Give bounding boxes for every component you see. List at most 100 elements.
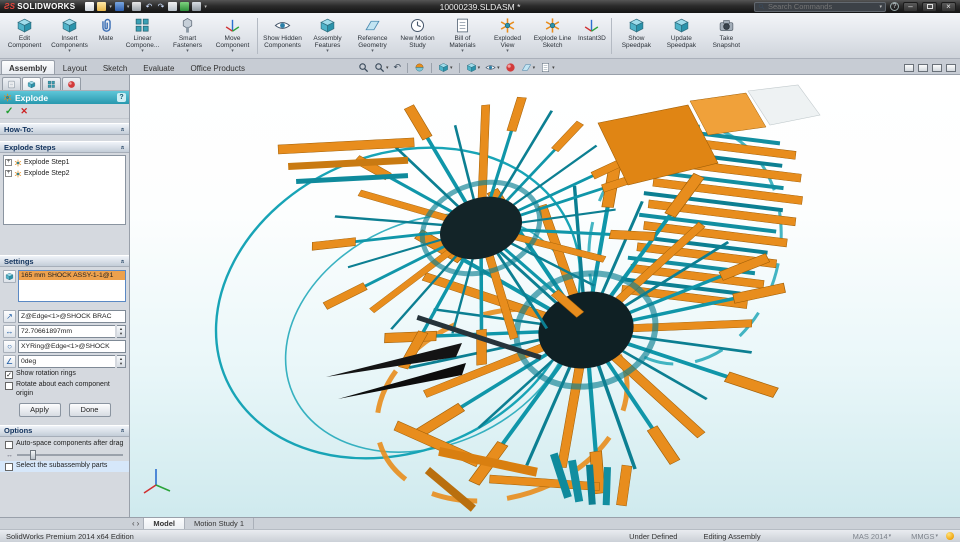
units-caret-icon[interactable]: ▾: [935, 533, 938, 539]
print-icon[interactable]: [132, 2, 142, 11]
edit-appearance-icon[interactable]: [504, 62, 517, 73]
edit-component-button[interactable]: Edit Component: [2, 14, 47, 58]
config-selector[interactable]: MAS 2014: [853, 532, 888, 541]
undo-icon[interactable]: ↶: [144, 2, 153, 11]
pm-help-icon[interactable]: ?: [117, 93, 126, 102]
assembly-features-button[interactable]: Assembly Features ▾: [305, 14, 350, 58]
cancel-x-icon[interactable]: ✕: [20, 106, 28, 117]
checkbox-unchecked-icon[interactable]: [5, 462, 13, 471]
autospace-checkbox[interactable]: Auto-space components after drag: [0, 439, 129, 450]
explode-spacing-slider[interactable]: [17, 450, 123, 460]
redo-icon[interactable]: ↷: [156, 2, 165, 11]
save-icon[interactable]: [114, 2, 124, 11]
view-settings-icon[interactable]: ▾: [539, 62, 556, 73]
take-snapshot-button[interactable]: Take Snapshot: [704, 14, 749, 58]
spin-down-icon[interactable]: ▾: [120, 361, 122, 367]
apply-scene-icon[interactable]: ▾: [520, 62, 537, 73]
open-document-icon[interactable]: [97, 2, 107, 11]
minimize-button[interactable]: –: [903, 1, 918, 12]
view-orientation-icon[interactable]: ▾: [437, 62, 454, 73]
options-section-header[interactable]: Options »: [0, 424, 129, 437]
insert-components-button[interactable]: Insert Components ▾: [47, 14, 92, 58]
rotation-angle-field[interactable]: 0deg: [18, 355, 115, 368]
open-caret-icon[interactable]: ▾: [109, 4, 112, 10]
explode-line-sketch-button[interactable]: Explode Line Sketch: [530, 14, 575, 58]
select-subassembly-checkbox[interactable]: Select the subassembly parts: [0, 460, 129, 472]
zoom-fit-icon[interactable]: [357, 62, 370, 73]
explode-step-item[interactable]: + Explode Step2: [5, 168, 124, 179]
reference-geometry-button[interactable]: Reference Geometry ▾: [350, 14, 395, 58]
new-document-icon[interactable]: [85, 2, 95, 11]
angle-spinner[interactable]: ▴ ▾: [117, 355, 126, 368]
ok-check-icon[interactable]: ✓: [5, 106, 13, 117]
apply-button[interactable]: Apply: [18, 402, 61, 417]
tab-layout[interactable]: Layout: [55, 60, 95, 74]
options-gear-icon[interactable]: [192, 2, 202, 11]
help-icon[interactable]: ?: [890, 2, 899, 11]
bill-of-materials-button[interactable]: Bill of Materials ▾: [440, 14, 485, 58]
restore-view-icon[interactable]: [932, 64, 942, 72]
dropdown-caret-icon[interactable]: ▾: [231, 49, 234, 54]
move-component-button[interactable]: Move Component ▾: [210, 14, 255, 58]
tab-scroll-left-icon[interactable]: ‹: [132, 519, 135, 528]
linear-component-pattern-button[interactable]: Linear Compone... ▾: [120, 14, 165, 58]
explode-steps-section-header[interactable]: Explode Steps »: [0, 141, 129, 153]
show-panes-icon[interactable]: [904, 64, 914, 72]
instant3d-button[interactable]: Instant3D: [575, 14, 609, 58]
dropdown-caret-icon[interactable]: ▾: [506, 49, 509, 54]
hide-show-items-icon[interactable]: ▾: [484, 62, 501, 73]
components-to-explode-list[interactable]: 165 mm SHOCK ASSY-1-1@1: [18, 270, 126, 302]
spin-down-icon[interactable]: ▾: [120, 331, 122, 337]
new-motion-study-button[interactable]: New Motion Study: [395, 14, 440, 58]
zoom-area-icon[interactable]: ▾: [373, 62, 390, 73]
tab-displaymanager[interactable]: [62, 77, 81, 90]
dropdown-caret-icon[interactable]: ▾: [186, 49, 189, 54]
search-commands-box[interactable]: ▾: [754, 1, 886, 12]
tab-evaluate[interactable]: Evaluate: [135, 60, 182, 74]
exploded-view-button[interactable]: Exploded View ▾: [485, 14, 530, 58]
selected-component-row[interactable]: 165 mm SHOCK ASSY-1-1@1: [19, 271, 125, 280]
checkbox-unchecked-icon[interactable]: [5, 382, 13, 390]
expand-icon[interactable]: +: [5, 159, 12, 166]
dropdown-caret-icon[interactable]: ▾: [68, 49, 71, 54]
howto-section-header[interactable]: How-To: »: [0, 123, 129, 135]
config-caret-icon[interactable]: ▾: [889, 533, 892, 539]
dropdown-caret-icon[interactable]: ▾: [371, 49, 374, 54]
tab-featuremanager[interactable]: [2, 77, 21, 90]
tab-assembly[interactable]: Assembly: [1, 60, 55, 74]
dropdown-caret-icon[interactable]: ▾: [326, 49, 329, 54]
graphics-area[interactable]: [130, 75, 960, 517]
tab-model[interactable]: Model: [143, 518, 186, 529]
tab-propertymanager[interactable]: [22, 77, 41, 90]
mate-button[interactable]: Mate: [92, 14, 120, 58]
close-view-icon[interactable]: [946, 64, 956, 72]
done-button[interactable]: Done: [68, 402, 111, 417]
dropdown-caret-icon[interactable]: ▾: [461, 49, 464, 54]
update-speedpak-button[interactable]: Update Speedpak: [659, 14, 704, 58]
display-style-icon[interactable]: ▾: [465, 62, 482, 73]
checkbox-checked-icon[interactable]: ✓: [5, 371, 13, 379]
tab-office-products[interactable]: Office Products: [182, 60, 253, 74]
units-selector[interactable]: MMGS: [911, 532, 934, 541]
close-button[interactable]: ×: [941, 1, 956, 12]
rotate-about-origin-checkbox[interactable]: Rotate about each component origin: [0, 380, 129, 400]
select-icon[interactable]: [168, 2, 178, 11]
tab-configurationmanager[interactable]: [42, 77, 61, 90]
maximize-button[interactable]: [922, 1, 937, 12]
status-sphere-icon[interactable]: [946, 532, 954, 540]
tab-motion-study-1[interactable]: Motion Study 1: [185, 518, 255, 529]
show-speedpak-button[interactable]: Show Speedpak: [614, 14, 659, 58]
distance-spinner[interactable]: ▴ ▾: [117, 325, 126, 338]
save-caret-icon[interactable]: ▾: [127, 4, 130, 10]
dropdown-caret-icon[interactable]: ▾: [141, 49, 144, 54]
show-hidden-components-button[interactable]: Show Hidden Components: [260, 14, 305, 58]
show-rotation-rings-checkbox[interactable]: ✓ Show rotation rings: [0, 369, 129, 380]
explode-direction-field[interactable]: Z@Edge<1>@SHOCK BRAC: [18, 310, 126, 323]
explode-steps-list[interactable]: + Explode Step1 + Explode Step2: [3, 155, 126, 225]
expand-icon[interactable]: +: [5, 170, 12, 177]
smart-fasteners-button[interactable]: Smart Fasteners ▾: [165, 14, 210, 58]
rotation-axis-field[interactable]: XYRing@Edge<1>@SHOCK: [18, 340, 126, 353]
tab-scroll-right-icon[interactable]: ›: [137, 519, 140, 528]
options-caret-icon[interactable]: ▾: [204, 4, 207, 10]
search-input[interactable]: [768, 2, 877, 11]
